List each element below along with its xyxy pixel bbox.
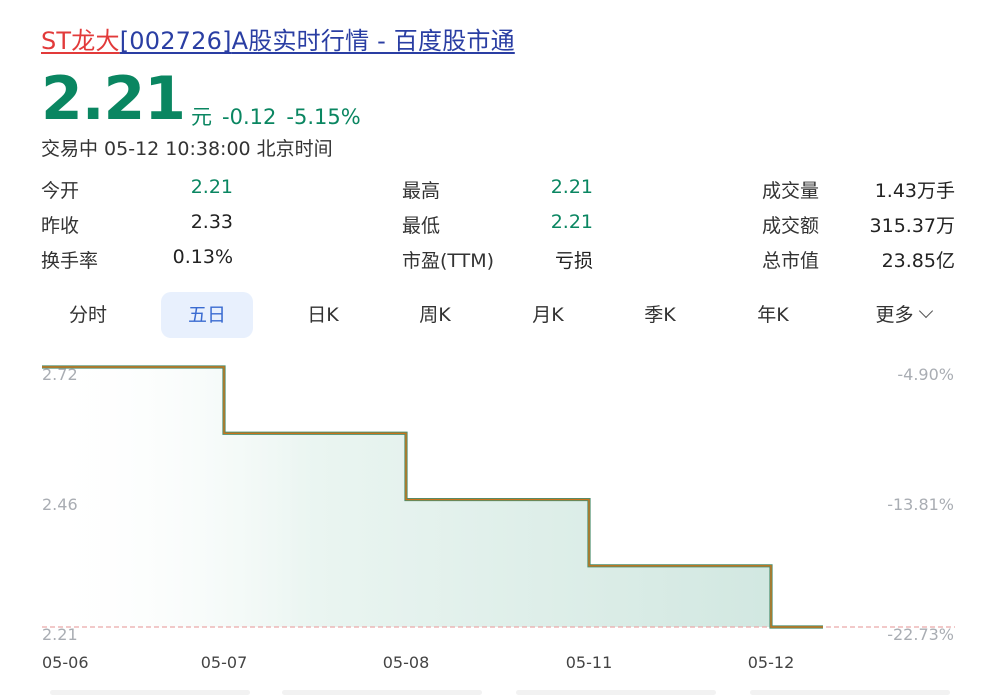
trading-status: 交易中 05-12 10:38:00 北京时间 (41, 138, 333, 160)
tab-yearly-k[interactable]: 年K (727, 292, 819, 338)
five-day-chart[interactable]: 2.72 2.46 2.21 -4.90% -13.81% -22.73% 05-06 0… (0, 350, 999, 695)
stat-label: 昨收 (41, 215, 80, 237)
chart-svg: 2.72 2.46 2.21 -4.90% -13.81% -22.73% 05-06 0… (41, 365, 955, 672)
current-price: 2.21 (41, 64, 186, 134)
stats-row: 今开 2.21 最高 2.21 成交量 1.43万手 (41, 174, 955, 209)
stat-value: 2.21 (550, 176, 593, 198)
placeholder-bar (516, 690, 716, 695)
tab-daily-k[interactable]: 日K (277, 292, 369, 338)
tab-more[interactable]: 更多 (853, 292, 953, 338)
tab-monthly-k[interactable]: 月K (502, 292, 594, 338)
y-tick-label: 2.72 (42, 365, 78, 384)
stat-label: 成交量 (762, 180, 820, 202)
y-tick-pct-label: -4.90% (897, 365, 954, 384)
stat-value: 1.43万手 (874, 180, 955, 202)
chart-period-tabs: 分时 五日 日K 周K 月K 季K 年K 更多 (41, 292, 955, 338)
stat-label: 市盈(TTM) (402, 250, 495, 272)
y-tick-pct-label: -13.81% (887, 495, 954, 514)
stat-value: 2.21 (550, 211, 593, 233)
stat-label: 成交额 (762, 215, 820, 237)
stat-label: 今开 (41, 180, 80, 202)
y-tick-label: 2.46 (42, 495, 78, 514)
stock-name-link[interactable]: ST龙大 (41, 27, 120, 55)
page-title: ST龙大[002726]A股实时行情 - 百度股市通 (41, 24, 515, 58)
stat-label: 最低 (402, 215, 441, 237)
chevron-down-icon (918, 303, 933, 319)
tab-fenshi[interactable]: 分时 (42, 292, 134, 338)
stat-label: 最高 (402, 180, 441, 202)
x-tick-label: 05-12 (748, 653, 795, 672)
y-tick-label: 2.21 (42, 625, 78, 644)
page-title-link[interactable]: A股实时行情 - 百度股市通 (232, 27, 515, 55)
x-tick-label: 05-06 (42, 653, 89, 672)
stat-label: 总市值 (762, 250, 820, 272)
price-unit: 元 (191, 105, 213, 129)
tab-more-label: 更多 (875, 304, 914, 326)
stat-value: 0.13% (172, 246, 233, 268)
tab-quarterly-k[interactable]: 季K (614, 292, 706, 338)
price-change: -0.12 (222, 105, 277, 129)
stat-label: 换手率 (41, 250, 99, 272)
tab-weekly-k[interactable]: 周K (389, 292, 481, 338)
x-tick-label: 05-07 (201, 653, 248, 672)
tab-five-day[interactable]: 五日 (161, 292, 253, 338)
stats-row: 昨收 2.33 最低 2.21 成交额 315.37万 (41, 209, 955, 244)
y-tick-pct-label: -22.73% (887, 625, 954, 644)
placeholder-bar (750, 690, 950, 695)
x-tick-label: 05-08 (383, 653, 430, 672)
bottom-placeholder (0, 690, 999, 695)
placeholder-bar (50, 690, 250, 695)
price-area (41, 367, 823, 627)
quote-row: 2.21 元 -0.12 -5.15% (41, 68, 361, 130)
stat-value: 315.37万 (869, 215, 955, 237)
stat-value: 亏损 (554, 250, 593, 272)
x-tick-label: 05-11 (566, 653, 613, 672)
stats-row: 换手率 0.13% 市盈(TTM) 亏损 总市值 23.85亿 (41, 244, 955, 279)
stat-value: 2.21 (190, 176, 233, 198)
stock-code-link[interactable]: [002726] (120, 27, 232, 55)
placeholder-bar (282, 690, 482, 695)
price-change-percent: -5.15% (286, 105, 361, 129)
stats-grid: 今开 2.21 最高 2.21 成交量 1.43万手 昨收 2.33 最低 2.… (41, 174, 955, 279)
stat-value: 23.85亿 (881, 250, 955, 272)
stat-value: 2.33 (190, 211, 233, 233)
